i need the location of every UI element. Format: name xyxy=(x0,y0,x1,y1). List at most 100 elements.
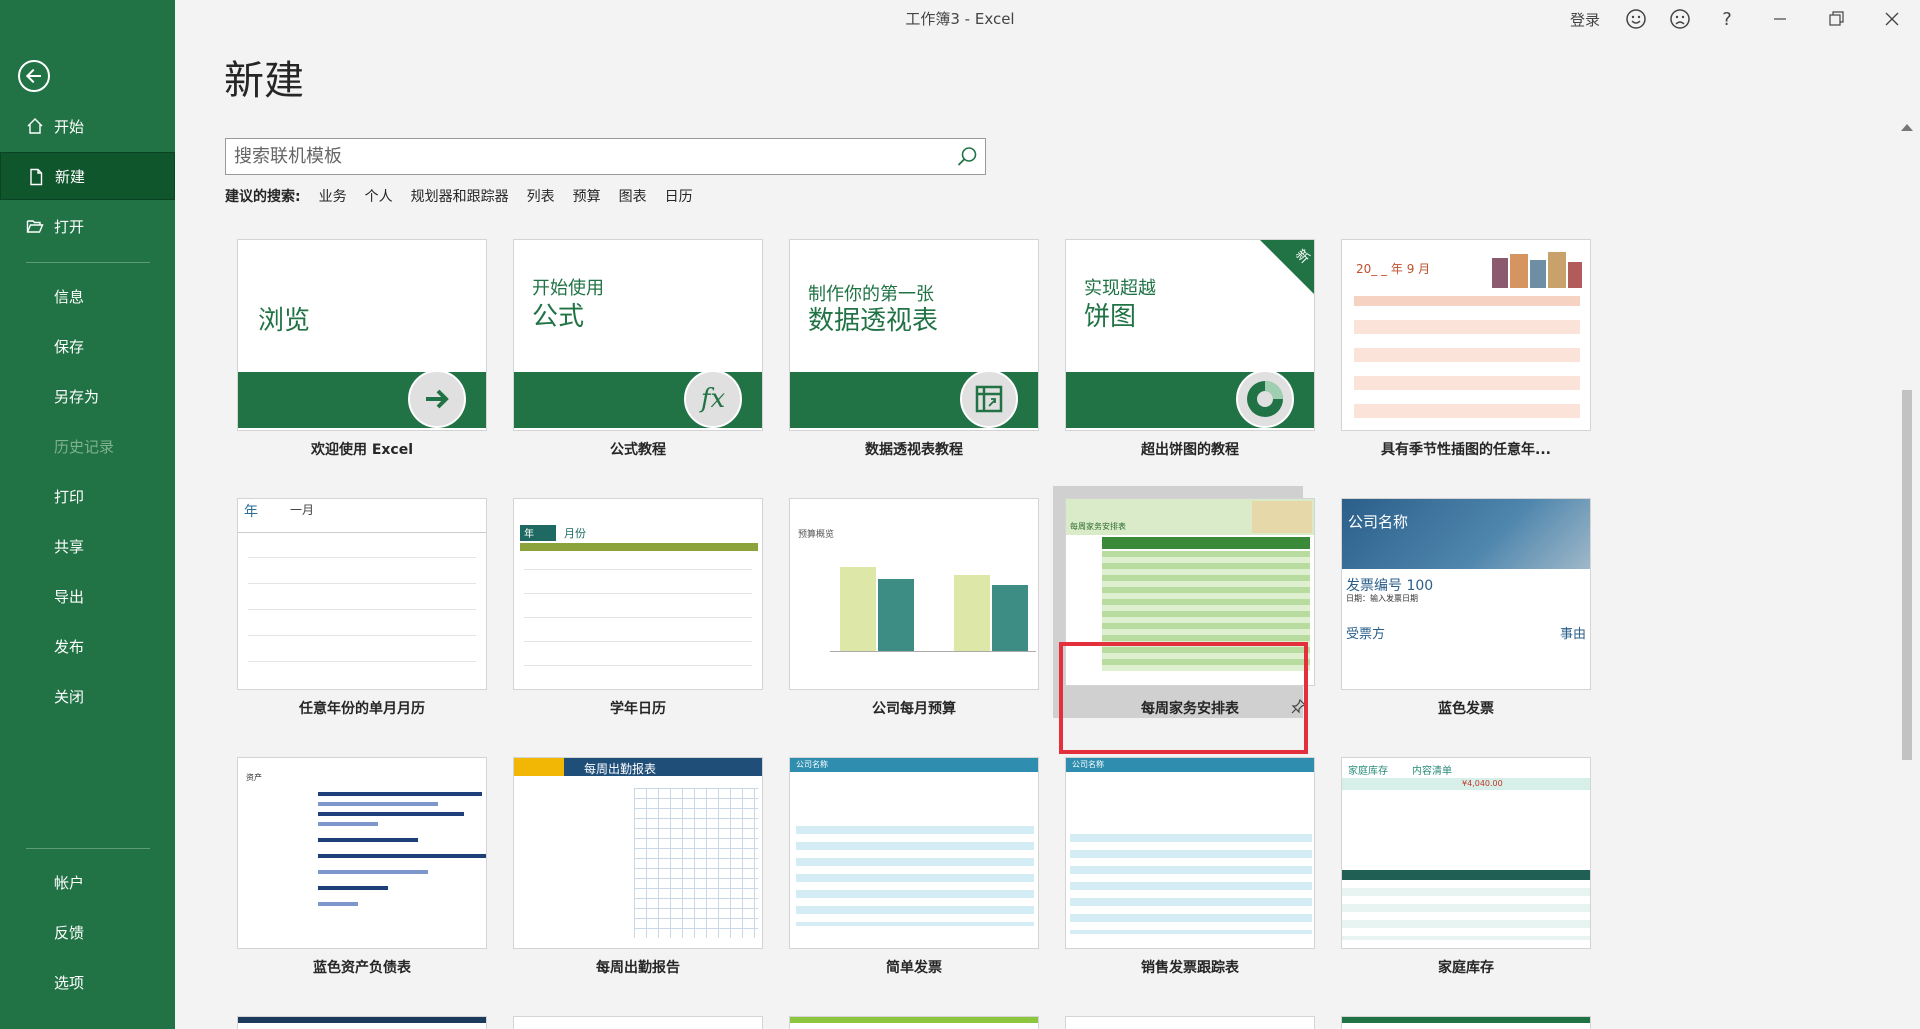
template-seasonal-calendar[interactable]: 20_ _ 年 9 月 具有季节性插图的任意年... xyxy=(1329,227,1591,459)
thumb-recipient: 受票方 xyxy=(1346,627,1386,642)
suggested-link-lists[interactable]: 列表 xyxy=(527,186,555,206)
template-thumbnail: 浏览 xyxy=(237,239,487,431)
sidebar-item-label: 共享 xyxy=(54,537,85,556)
thumb-heading: 家庭库存 xyxy=(1348,766,1388,777)
template-formula-tutorial[interactable]: 开始使用 公式 fx 公式教程 xyxy=(501,227,763,459)
template-thumbnail: 20_ _ 年 9 月 xyxy=(1341,239,1591,431)
minimize-icon[interactable] xyxy=(1752,0,1808,38)
template-partial-tile[interactable] xyxy=(237,1016,487,1029)
frown-icon[interactable] xyxy=(1658,0,1702,38)
sidebar-item-label: 打开 xyxy=(54,217,85,236)
thumb-heading: 20_ _ 年 9 月 xyxy=(1356,262,1431,276)
home-icon xyxy=(27,118,43,134)
thumb-heading: 每周出勤报表 xyxy=(584,762,657,776)
thumb-invoice-number: 发票编号 100 xyxy=(1346,578,1434,594)
suggested-link-charts[interactable]: 图表 xyxy=(619,186,647,206)
sidebar-item-open[interactable]: 打开 xyxy=(0,202,175,250)
search-icon[interactable] xyxy=(955,145,979,169)
template-label: 任意年份的单月月历 xyxy=(299,701,425,717)
template-blue-invoice[interactable]: 公司名称 发票编号 100 日期：输入发票日期 受票方 事由 蓝色发票 xyxy=(1329,486,1591,718)
template-simple-invoice[interactable]: 公司名称 简单发票 xyxy=(777,745,1039,977)
template-school-calendar[interactable]: 年 月份 学年日历 xyxy=(501,486,763,718)
template-pivot-tutorial[interactable]: 制作你的第一张 数据透视表 数据透视表教程 xyxy=(777,227,1039,459)
sidebar-item-publish[interactable]: 发布 xyxy=(0,622,175,670)
thumb-total-value: ¥4,040.00 xyxy=(1462,779,1503,788)
template-label: 销售发票跟踪表 xyxy=(1141,960,1239,976)
template-partial-tile[interactable] xyxy=(513,1016,763,1029)
template-blue-balance-sheet[interactable]: 资产 蓝色资产负债表 xyxy=(225,745,487,977)
template-thumbnail: 家庭库存 内容清单 ¥4,040.00 xyxy=(1341,757,1591,949)
smile-icon[interactable] xyxy=(1614,0,1658,38)
houses-illustration xyxy=(1492,252,1582,288)
signin-link[interactable]: 登录 xyxy=(1556,0,1614,38)
template-thumbnail: 年 一月 xyxy=(237,498,487,690)
back-arrow-icon[interactable] xyxy=(18,60,50,92)
sidebar-item-export[interactable]: 导出 xyxy=(0,572,175,620)
suggested-link-budgets[interactable]: 预算 xyxy=(573,186,601,206)
backstage-sidebar: 开始 新建 打开 信息 保存 另存为 历史记录 打印 共享 导出 发布 关闭 帐… xyxy=(0,0,175,1029)
template-weekly-attendance[interactable]: 每周出勤报表 每周出勤报告 xyxy=(501,745,763,977)
sidebar-item-save-as[interactable]: 另存为 xyxy=(0,372,175,420)
vertical-scrollbar[interactable] xyxy=(1898,120,1918,1029)
template-label: 学年日历 xyxy=(610,701,666,717)
template-thumbnail: 开始使用 公式 fx xyxy=(513,239,763,431)
template-thumbnail: 公司名称 xyxy=(1065,757,1315,949)
sidebar-item-label: 反馈 xyxy=(54,923,85,942)
template-label: 公司每月预算 xyxy=(872,701,956,717)
sidebar-item-label: 导出 xyxy=(54,587,85,606)
thumb-date: 日期：输入发票日期 xyxy=(1346,594,1418,603)
help-icon[interactable]: ? xyxy=(1702,0,1752,38)
template-welcome-excel[interactable]: 浏览 欢迎使用 Excel xyxy=(225,227,487,459)
search-input[interactable] xyxy=(226,139,926,174)
sidebar-item-info[interactable]: 信息 xyxy=(0,272,175,320)
close-icon[interactable] xyxy=(1864,0,1920,38)
sidebar-divider xyxy=(26,262,150,263)
template-partial-tile[interactable] xyxy=(1341,1016,1591,1029)
template-beyond-pie[interactable]: 实现超越 饼图 新 超出饼图的教程 xyxy=(1053,227,1315,459)
template-label: 具有季节性插图的任意年... xyxy=(1381,442,1551,458)
template-sales-invoice-tracker[interactable]: 公司名称 销售发票跟踪表 xyxy=(1053,745,1315,977)
thumb-line2: 数据透视表 xyxy=(808,306,939,336)
sidebar-divider xyxy=(26,848,150,849)
thumb-heading: 资产 xyxy=(246,773,262,782)
thumb-line2: 饼图 xyxy=(1084,302,1137,332)
suggested-link-calendars[interactable]: 日历 xyxy=(665,186,693,206)
sidebar-item-account[interactable]: 帐户 xyxy=(0,858,175,906)
scroll-thumb[interactable] xyxy=(1902,390,1912,760)
sidebar-item-new[interactable]: 新建 xyxy=(0,152,175,200)
sidebar-item-share[interactable]: 共享 xyxy=(0,522,175,570)
sidebar-item-feedback[interactable]: 反馈 xyxy=(0,908,175,956)
pivot-table-icon xyxy=(960,370,1018,428)
donut-chart-icon xyxy=(1236,370,1294,428)
thumb-subheading: 内容清单 xyxy=(1412,766,1452,777)
sidebar-item-label: 另存为 xyxy=(54,387,100,406)
template-thumbnail: 资产 xyxy=(237,757,487,949)
sidebar-item-close[interactable]: 关闭 xyxy=(0,672,175,720)
suggested-searches-label: 建议的搜索: xyxy=(225,189,301,205)
sidebar-item-home[interactable]: 开始 xyxy=(0,102,175,150)
selection-highlight xyxy=(1059,642,1308,754)
template-partial-tile[interactable] xyxy=(1065,1016,1315,1029)
sidebar-item-options[interactable]: 选项 xyxy=(0,958,175,1006)
template-label: 欢迎使用 Excel xyxy=(310,442,414,458)
page-title: 新建 xyxy=(224,58,304,104)
sidebar-item-save[interactable]: 保存 xyxy=(0,322,175,370)
template-monthly-budget[interactable]: 预算概览 公司每月预算 xyxy=(777,486,1039,718)
sidebar-item-label: 发布 xyxy=(54,637,85,656)
sidebar-item-label: 选项 xyxy=(54,973,85,992)
template-label: 数据透视表教程 xyxy=(865,442,963,458)
new-document-icon xyxy=(30,168,43,186)
sidebar-item-print[interactable]: 打印 xyxy=(0,472,175,520)
scroll-up-icon[interactable] xyxy=(1901,124,1913,131)
thumb-year: 年 xyxy=(520,525,556,541)
suggested-link-business[interactable]: 业务 xyxy=(319,186,347,206)
suggested-link-personal[interactable]: 个人 xyxy=(365,186,393,206)
suggested-link-planners[interactable]: 规划器和跟踪器 xyxy=(411,186,509,206)
thumb-month: 月份 xyxy=(564,527,586,540)
template-partial-tile[interactable] xyxy=(789,1016,1039,1029)
sidebar-item-label: 新建 xyxy=(55,167,86,186)
template-thumbnail: 公司名称 xyxy=(789,757,1039,949)
template-monthly-calendar[interactable]: 年 一月 任意年份的单月月历 xyxy=(225,486,487,718)
template-home-inventory[interactable]: 家庭库存 内容清单 ¥4,040.00 家庭库存 xyxy=(1329,745,1591,977)
restore-icon[interactable] xyxy=(1808,0,1864,38)
